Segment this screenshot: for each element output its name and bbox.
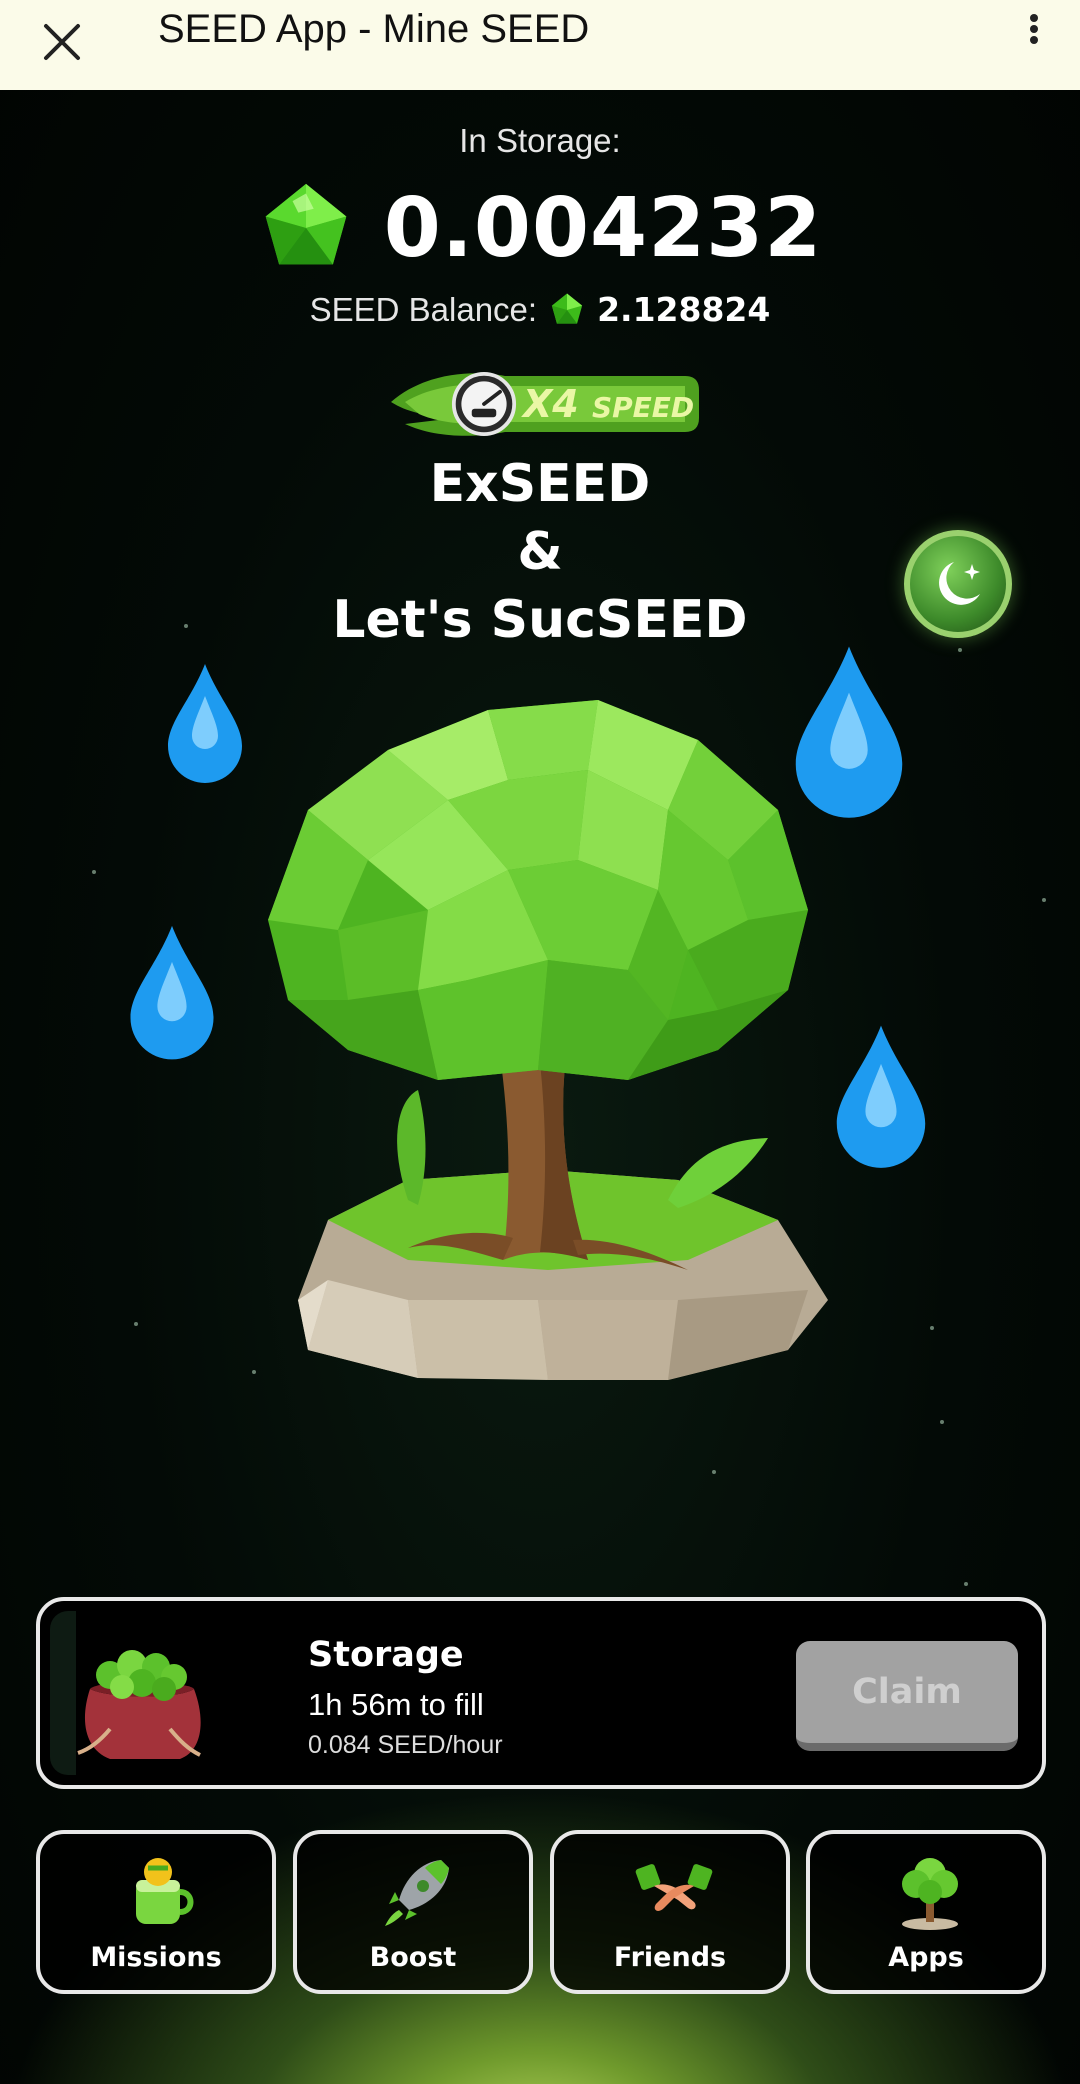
speed-boost-badge[interactable]: X4 SPEED xyxy=(385,362,701,446)
speed-badge-text: X4 SPEED xyxy=(523,382,694,426)
star-decoration xyxy=(940,1420,944,1424)
speed-multiplier: X4 xyxy=(523,382,579,426)
nav-label-boost: Boost xyxy=(369,1942,457,1973)
motto-line-1: ExSEED xyxy=(429,454,651,514)
handshake-icon xyxy=(635,1864,713,1911)
nav-label-friends: Friends xyxy=(613,1942,727,1973)
seed-balance-label: SEED Balance: xyxy=(309,290,538,328)
nav-item-boost[interactable]: Boost xyxy=(293,1830,533,1994)
storage-fill-time: 1h 56m to fill xyxy=(308,1687,484,1722)
seed-gem-icon xyxy=(265,183,347,265)
seed-gem-icon xyxy=(551,292,583,324)
missions-icon xyxy=(136,1858,194,1924)
star-decoration xyxy=(92,870,96,874)
nav-item-missions[interactable]: Missions xyxy=(36,1830,276,1994)
tree-icon xyxy=(902,1858,958,1930)
speed-label: SPEED xyxy=(591,391,695,424)
seed-balance-row: SEED Balance: 2.128824 xyxy=(0,290,1080,329)
storage-rate: 0.084 SEED/hour xyxy=(308,1731,503,1759)
star-decoration xyxy=(1042,898,1046,902)
storage-card: Storage 1h 56m to fill 0.084 SEED/hour C… xyxy=(36,1597,1046,1789)
close-button[interactable] xyxy=(40,20,84,64)
star-decoration xyxy=(930,1326,934,1330)
star-decoration xyxy=(964,1582,968,1586)
star-decoration xyxy=(134,1322,138,1326)
storage-value: 0.004232 xyxy=(383,180,823,276)
close-icon xyxy=(44,24,80,60)
water-drop-icon[interactable] xyxy=(164,660,246,784)
claim-button[interactable]: Claim xyxy=(796,1641,1018,1751)
night-mode-button[interactable] xyxy=(904,530,1012,638)
seed-bag-icon xyxy=(77,1650,201,1759)
nav-item-apps[interactable]: Apps xyxy=(806,1830,1046,1994)
speedometer-icon xyxy=(451,371,517,437)
nav-label-apps: Apps xyxy=(888,1942,964,1973)
app-title: SEED App - Mine SEED xyxy=(158,7,590,51)
bottom-navigation: Missions Boost Friends Apps xyxy=(0,1830,1080,1998)
nav-label-missions: Missions xyxy=(90,1942,222,1973)
app-screen: SEED App - Mine SEED In Storage: 0.00423 xyxy=(0,0,1080,2084)
more-options-button[interactable] xyxy=(1014,10,1054,50)
rocket-icon xyxy=(385,1860,449,1926)
water-drop-icon[interactable] xyxy=(126,920,218,1062)
more-vertical-icon xyxy=(1030,14,1038,44)
seed-balance-value: 2.128824 xyxy=(597,290,771,329)
in-storage-label: In Storage: xyxy=(459,122,621,159)
star-decoration xyxy=(712,1470,716,1474)
moon-stars-icon xyxy=(939,562,980,605)
storage-title: Storage xyxy=(308,1635,464,1675)
top-bar: SEED App - Mine SEED xyxy=(0,0,1080,90)
nav-item-friends[interactable]: Friends xyxy=(550,1830,790,1994)
storage-amount-row: 0.004232 xyxy=(0,180,1080,276)
water-drop-icon[interactable] xyxy=(832,1020,930,1170)
seed-tree-illustration[interactable] xyxy=(248,660,838,1380)
